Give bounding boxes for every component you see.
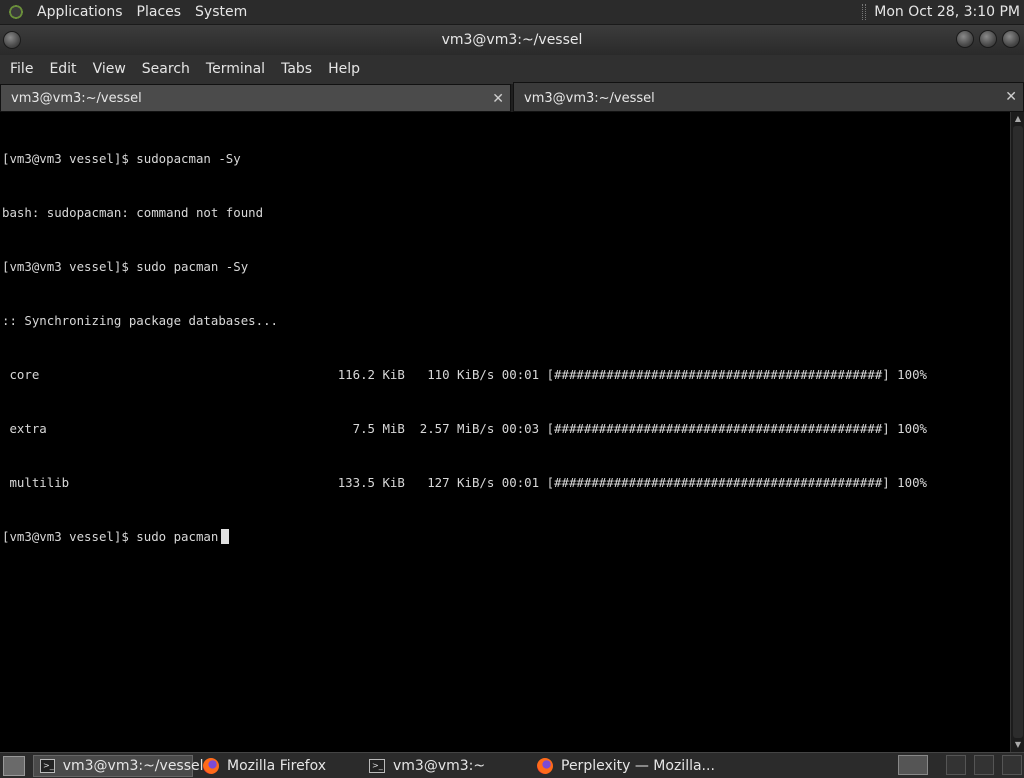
scroll-down-icon[interactable]: ▼	[1013, 740, 1023, 750]
terminal-line: extra 7.5 MiB 2.57 MiB/s 00:03 [########…	[2, 421, 928, 436]
tab-close-icon[interactable]: ✕	[492, 91, 504, 107]
menu-help[interactable]: Help	[322, 55, 366, 84]
task-label: Mozilla Firefox	[227, 757, 327, 774]
menu-terminal[interactable]: Terminal	[200, 55, 271, 84]
workspace-4[interactable]	[1002, 755, 1022, 775]
menu-edit[interactable]: Edit	[43, 55, 82, 84]
terminal-line: core 116.2 KiB 110 KiB/s 00:01 [########…	[2, 367, 928, 382]
distro-logo-icon[interactable]	[6, 2, 26, 22]
close-button[interactable]	[1002, 30, 1020, 48]
window-controls	[956, 30, 1020, 48]
terminal-line: [vm3@vm3 vessel]$ sudo pacman -Sy	[2, 259, 249, 274]
terminal-icon: >_	[40, 758, 55, 773]
firefox-icon	[537, 757, 553, 774]
terminal-scrollbar[interactable]: ▲ ▼	[1010, 112, 1024, 752]
workspace-2[interactable]	[946, 755, 966, 775]
panel-menu-places[interactable]: Places	[130, 0, 189, 25]
tab-label: vm3@vm3:~/vessel	[524, 91, 655, 106]
tab-close-icon[interactable]: ✕	[1005, 89, 1017, 105]
task-perplexity[interactable]: Perplexity — Mozilla...	[531, 755, 731, 777]
panel-menu-applications[interactable]: Applications	[30, 0, 130, 25]
task-terminal-home[interactable]: >_ vm3@vm3:~	[363, 755, 527, 777]
show-desktop-icon[interactable]	[3, 755, 25, 776]
task-firefox[interactable]: Mozilla Firefox	[197, 755, 359, 777]
task-label: Perplexity — Mozilla...	[561, 757, 715, 774]
top-panel: Applications Places System Mon Oct 28, 3…	[0, 0, 1024, 25]
terminal-line: bash: sudopacman: command not found	[2, 205, 264, 220]
bottom-taskbar: >_ vm3@vm3:~/vessel Mozilla Firefox >_ v…	[0, 752, 1024, 778]
text-cursor	[221, 529, 230, 544]
terminal-line: multilib 133.5 KiB 127 KiB/s 00:01 [####…	[2, 475, 928, 490]
terminal-prompt: [vm3@vm3 vessel]$ sudo pacman	[2, 529, 219, 544]
menu-view[interactable]: View	[87, 55, 132, 84]
panel-menu-system[interactable]: System	[188, 0, 254, 25]
menu-file[interactable]: File	[4, 55, 39, 84]
terminal-line: :: Synchronizing package databases...	[2, 313, 279, 328]
tab-bar: vm3@vm3:~/vessel ✕ vm3@vm3:~/vessel ✕	[0, 82, 1024, 112]
tab-label: vm3@vm3:~/vessel	[11, 91, 142, 106]
workspace-3[interactable]	[974, 755, 994, 775]
task-terminal-vessel[interactable]: >_ vm3@vm3:~/vessel	[33, 754, 204, 777]
task-label: vm3@vm3:~/vessel	[62, 757, 204, 774]
tab-vessel-1[interactable]: vm3@vm3:~/vessel ✕	[0, 84, 511, 112]
panel-handle	[862, 4, 867, 20]
workspace-switcher[interactable]	[898, 755, 928, 775]
menu-tabs[interactable]: Tabs	[275, 55, 318, 84]
maximize-button[interactable]	[979, 30, 997, 48]
scroll-up-icon[interactable]: ▲	[1013, 114, 1023, 124]
terminal-icon: >_	[369, 758, 385, 773]
firefox-icon	[203, 757, 219, 774]
terminal-line: [vm3@vm3 vessel]$ sudopacman -Sy	[2, 151, 241, 166]
tab-vessel-2[interactable]: vm3@vm3:~/vessel ✕	[513, 82, 1024, 112]
panel-clock[interactable]: Mon Oct 28, 3:10 PM	[874, 4, 1024, 20]
terminal-prompt-line: [vm3@vm3 vessel]$ sudo pacman	[2, 528, 1010, 546]
window-titlebar[interactable]: vm3@vm3:~/vessel	[0, 25, 1024, 55]
task-label: vm3@vm3:~	[393, 757, 486, 774]
menubar: File Edit View Search Terminal Tabs Help	[0, 55, 1024, 84]
minimize-button[interactable]	[956, 30, 974, 48]
terminal-output[interactable]: [vm3@vm3 vessel]$ sudopacman -Sy bash: s…	[0, 112, 1010, 752]
menu-search[interactable]: Search	[136, 55, 196, 84]
scroll-thumb[interactable]	[1013, 126, 1023, 738]
window-title: vm3@vm3:~/vessel	[441, 32, 583, 48]
window-menu-button[interactable]	[3, 31, 21, 49]
